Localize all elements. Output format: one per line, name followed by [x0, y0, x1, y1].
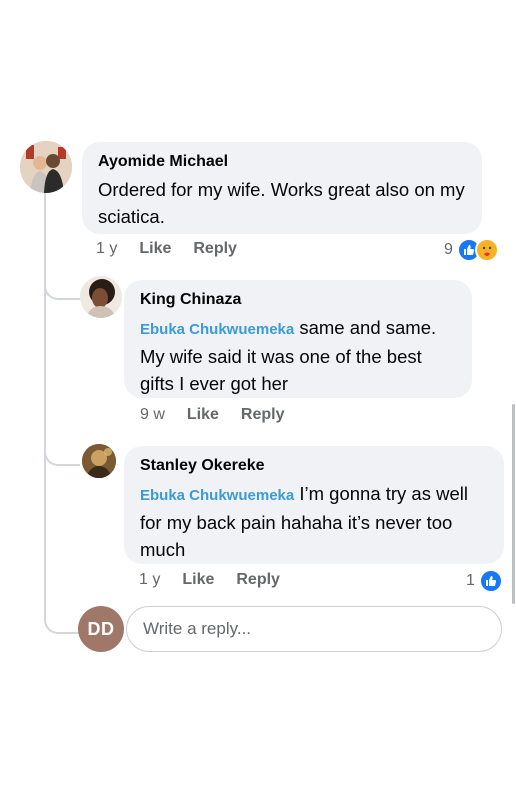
profile-photo: [82, 444, 116, 478]
thread-line: [44, 192, 46, 612]
comment-text: Ebuka Chukwuemeka same and same. My wife…: [140, 314, 456, 397]
avatar[interactable]: [20, 141, 72, 193]
comment-timestamp[interactable]: 9 w: [140, 406, 165, 424]
avatar[interactable]: [80, 276, 122, 318]
comment-timestamp[interactable]: 1 y: [96, 240, 117, 258]
comment-actions: 1 y Like Reply: [139, 571, 280, 589]
comment-text: Ebuka Chukwuemeka I’m gonna try as well …: [140, 480, 488, 563]
scrollbar[interactable]: [512, 404, 515, 604]
reply-input-placeholder: Write a reply...: [143, 619, 252, 638]
like-button[interactable]: Like: [187, 406, 219, 424]
comment-actions: 9 w Like Reply: [140, 406, 285, 424]
thread-connector: [44, 278, 80, 300]
comment-timestamp[interactable]: 1 y: [139, 571, 160, 589]
reaction-summary[interactable]: 1: [466, 569, 503, 593]
profile-photo: [20, 141, 72, 193]
comment-bubble: Stanley Okereke Ebuka Chukwuemeka I’m go…: [124, 446, 504, 564]
reaction-summary[interactable]: 9: [444, 238, 499, 262]
reaction-count: 1: [466, 572, 475, 589]
care-icon: [474, 238, 499, 262]
comment-bubble: Ayomide Michael Ordered for my wife. Wor…: [82, 142, 482, 234]
mention-link[interactable]: Ebuka Chukwuemeka: [140, 487, 294, 504]
comment-author[interactable]: King Chinaza: [140, 290, 456, 310]
current-user-avatar: DD: [78, 606, 124, 652]
comment-bubble: King Chinaza Ebuka Chukwuemeka same and …: [124, 280, 472, 398]
comment-author[interactable]: Ayomide Michael: [98, 152, 466, 172]
reply-input[interactable]: Write a reply...: [126, 606, 502, 652]
like-button[interactable]: Like: [182, 571, 214, 589]
thread-connector: [44, 612, 80, 634]
like-icon: [478, 569, 503, 593]
comment-text: Ordered for my wife. Works great also on…: [98, 179, 465, 227]
profile-photo: [80, 276, 122, 318]
thread-connector: [44, 444, 80, 466]
reply-button[interactable]: Reply: [236, 571, 280, 589]
comment-actions: 1 y Like Reply: [96, 240, 237, 258]
reply-button[interactable]: Reply: [241, 406, 285, 424]
mention-link[interactable]: Ebuka Chukwuemeka: [140, 321, 294, 338]
reaction-count: 9: [444, 241, 453, 258]
comment-author[interactable]: Stanley Okereke: [140, 456, 488, 476]
reply-button[interactable]: Reply: [193, 240, 237, 258]
like-button[interactable]: Like: [139, 240, 171, 258]
avatar[interactable]: [82, 444, 116, 478]
